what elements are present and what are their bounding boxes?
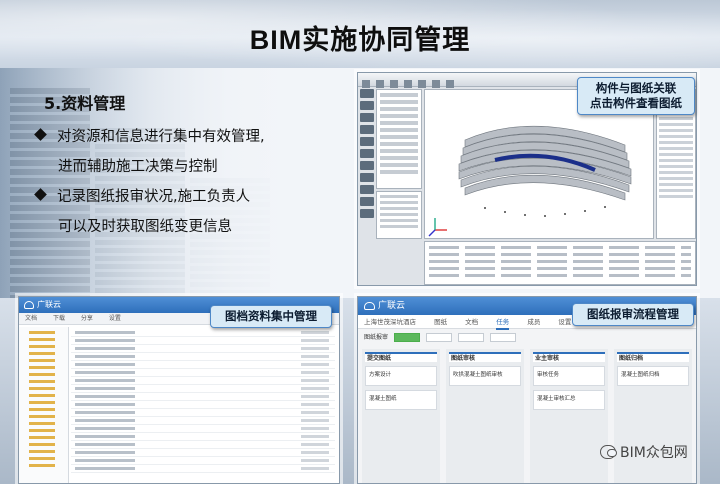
- section-heading: 5.资料管理: [44, 94, 126, 113]
- callout-component-link: 构件与图纸关联 点击构件查看图纸: [577, 77, 695, 115]
- nav-documents[interactable]: 文档: [465, 318, 478, 326]
- kanban-column: 图纸审核 吹拱混凝土图纸审核: [446, 349, 524, 483]
- nav-drawings[interactable]: 图纸: [434, 318, 447, 326]
- list-item[interactable]: [71, 409, 335, 417]
- nav-settings[interactable]: 设置: [558, 318, 571, 326]
- nav-members[interactable]: 成员: [527, 318, 540, 326]
- list-item[interactable]: [71, 449, 335, 457]
- toolbar-button[interactable]: [425, 333, 452, 342]
- list-item[interactable]: [71, 401, 335, 409]
- header-banner: BIM实施协同管理: [0, 0, 720, 68]
- list-item[interactable]: [71, 345, 335, 353]
- drawing-table: [424, 241, 696, 285]
- left-tool-strip: [360, 89, 376, 239]
- list-item[interactable]: [71, 457, 335, 465]
- bullet-line: 进而辅助施工决策与控制: [58, 159, 218, 175]
- toolbar-button[interactable]: [489, 333, 516, 342]
- diamond-bullet-icon: [34, 128, 47, 141]
- cloud-logo-icon: [24, 301, 34, 309]
- list-item[interactable]: [71, 433, 335, 441]
- bullet-item: 记录图纸报审状况,施工负责人 可以及时获取图纸变更信息: [34, 182, 251, 242]
- bullet-line: 对资源和信息进行集中有效管理,: [57, 129, 265, 145]
- app-name: 广联云: [378, 301, 406, 311]
- diamond-bullet-icon: [34, 188, 47, 201]
- list-item[interactable]: [71, 393, 335, 401]
- list-item[interactable]: [71, 441, 335, 449]
- kanban-column: 提交图纸 方案设计 混凝土图纸: [362, 349, 440, 483]
- list-item[interactable]: [71, 377, 335, 385]
- task-card[interactable]: 吹拱混凝土图纸审核: [449, 366, 521, 386]
- watermark: BIM众包网: [600, 442, 688, 462]
- wechat-icon: [600, 445, 617, 459]
- task-card[interactable]: 方案设计: [365, 366, 437, 386]
- list-item[interactable]: [71, 353, 335, 361]
- folder-tree[interactable]: [19, 327, 69, 483]
- tab-documents[interactable]: 文档: [25, 315, 37, 322]
- task-card[interactable]: 混凝土图纸: [365, 390, 437, 410]
- callout-review-flow: 图纸报审流程管理: [572, 303, 694, 326]
- app-name: 广联云: [37, 300, 61, 309]
- list-item[interactable]: [71, 369, 335, 377]
- callout-line: 点击构件查看图纸: [590, 96, 682, 110]
- column-title: 提交图纸: [365, 352, 437, 362]
- task-toolbar: 图纸报审: [358, 329, 696, 345]
- callout-line: 构件与图纸关联: [595, 81, 677, 95]
- kanban-column: 图纸归档 混凝土图纸归档: [614, 349, 692, 483]
- list-item[interactable]: [71, 361, 335, 369]
- column-title: 业主审核: [533, 352, 605, 362]
- bullet-line: 记录图纸报审状况,施工负责人: [57, 189, 251, 205]
- model-tree-panel: [376, 89, 422, 189]
- page-title: BIM实施协同管理: [249, 25, 471, 55]
- column-title: 图纸归档: [617, 352, 689, 362]
- toolbar-label: 图纸报审: [364, 334, 389, 341]
- task-card[interactable]: 审核任务: [533, 366, 605, 386]
- toolbar-button[interactable]: [457, 333, 484, 342]
- list-item[interactable]: [71, 329, 335, 337]
- file-list[interactable]: [71, 329, 335, 483]
- tab-download[interactable]: 下载: [53, 315, 65, 322]
- bullet-item: 对资源和信息进行集中有效管理, 进而辅助施工决策与控制: [34, 122, 265, 182]
- list-item[interactable]: [71, 465, 335, 473]
- tab-settings[interactable]: 设置: [109, 315, 121, 322]
- list-item[interactable]: [71, 417, 335, 425]
- list-item[interactable]: [71, 337, 335, 345]
- kanban-board: 提交图纸 方案设计 混凝土图纸 图纸审核 吹拱混凝土图纸审核 业主审核 审核任务…: [362, 349, 692, 483]
- tab-share[interactable]: 分享: [81, 315, 93, 322]
- bullet-line: 可以及时获取图纸变更信息: [58, 219, 232, 235]
- callout-doc-management: 图档资料集中管理: [210, 305, 332, 328]
- list-item[interactable]: [71, 385, 335, 393]
- project-name[interactable]: 上海世茂深坑酒店: [364, 318, 416, 326]
- column-title: 图纸审核: [449, 352, 521, 362]
- list-item[interactable]: [71, 425, 335, 433]
- nav-tasks[interactable]: 任务: [496, 318, 510, 330]
- task-card[interactable]: 混凝土图纸归档: [617, 366, 689, 386]
- cloud-logo-icon: [364, 302, 375, 310]
- new-task-button[interactable]: [393, 333, 420, 342]
- drawing-list-panel: [376, 191, 422, 239]
- kanban-column: 业主审核 审核任务 混凝土审核汇总: [530, 349, 608, 483]
- task-card[interactable]: 混凝土审核汇总: [533, 390, 605, 410]
- watermark-text: BIM众包网: [620, 445, 688, 461]
